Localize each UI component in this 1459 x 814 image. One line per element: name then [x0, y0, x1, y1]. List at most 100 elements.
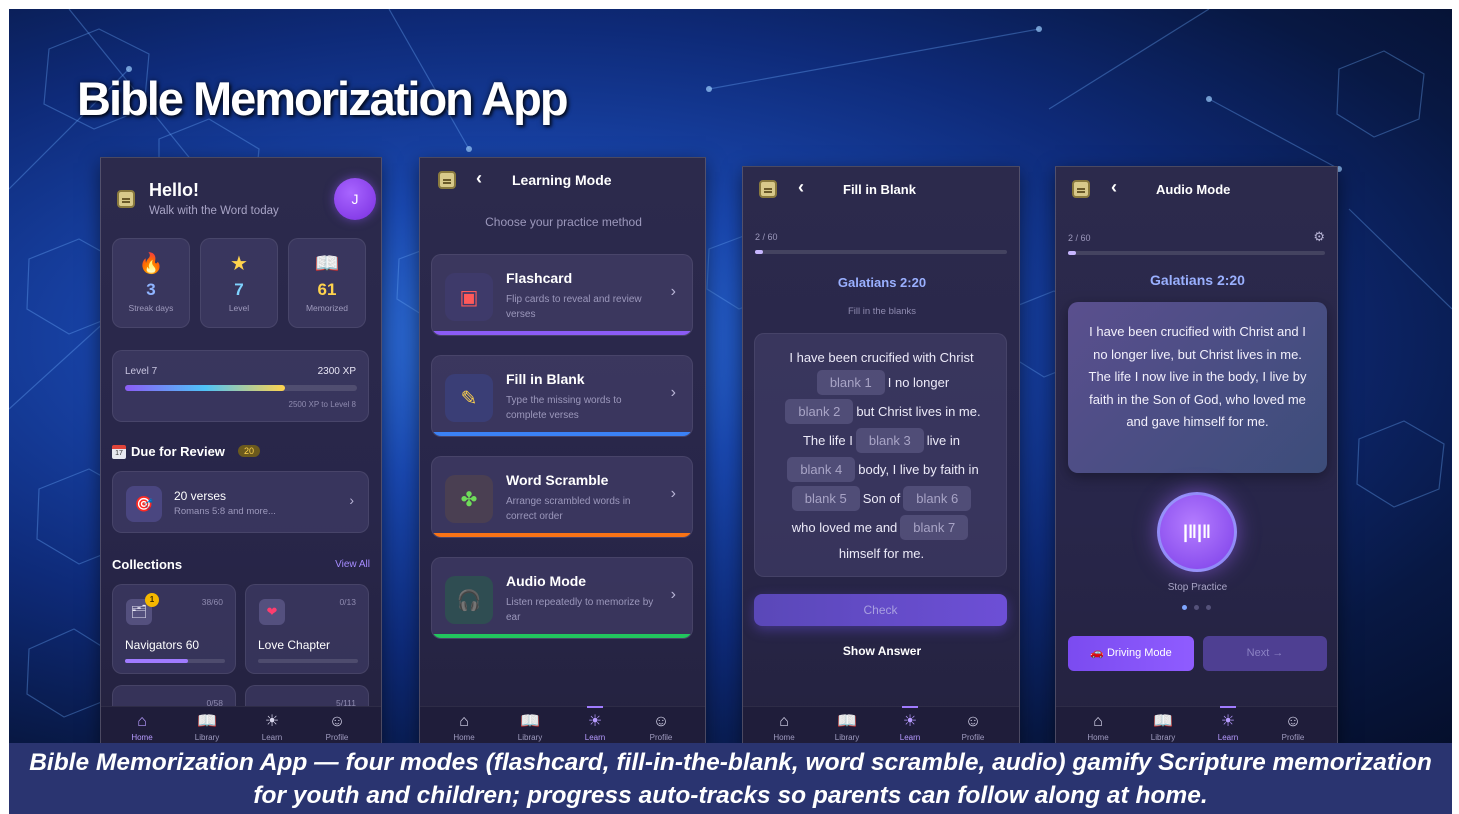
verse-text: himself for me.: [838, 546, 925, 561]
nav-learn[interactable]: ☀ Learn: [880, 706, 940, 742]
page-dot-active: [1182, 605, 1187, 610]
stat-value: 7: [234, 280, 244, 299]
nav-library[interactable]: 📖 Library: [500, 713, 560, 742]
audio-mode-screen: ‹ Audio Mode 2 / 60 ⚙ Galatians 2:20 I h…: [1055, 166, 1338, 743]
collection-name: Love Chapter: [258, 638, 331, 652]
blank-input-1[interactable]: blank 1: [816, 370, 885, 395]
level-progress-track: [125, 385, 357, 391]
collection-name: Navigators 60: [125, 638, 200, 652]
collection-progress-track: [258, 659, 358, 663]
mode-title: Flashcard: [506, 270, 573, 286]
settings-gear-icon[interactable]: ⚙: [1313, 229, 1325, 245]
nav-label: Library: [1150, 733, 1176, 742]
library-icon: 📖: [837, 713, 857, 730]
collection-count: 38/60: [201, 597, 223, 607]
collection-card-love-chapter[interactable]: ❤ 0/13 Love Chapter: [245, 584, 369, 674]
mode-accent-bar: [432, 634, 692, 638]
blank-input-3[interactable]: blank 3: [855, 428, 924, 453]
chevron-right-icon: ›: [670, 586, 676, 603]
mode-word-scramble[interactable]: ✤ Word Scramble Arrange scrambled words …: [431, 456, 693, 538]
chevron-right-icon: ›: [670, 283, 676, 300]
pencil-icon: ✎: [445, 374, 493, 422]
blank-input-6[interactable]: blank 6: [903, 486, 972, 511]
nav-library[interactable]: 📖 Library: [817, 713, 877, 742]
back-icon[interactable]: ‹: [798, 177, 804, 198]
mode-audio[interactable]: 🎧 Audio Mode Listen repeatedly to memori…: [431, 557, 693, 639]
verse-line: blank 2 but Christ lives in me.: [755, 399, 1008, 424]
stat-streak: 🔥 3 Streak days: [112, 238, 190, 328]
due-review-card[interactable]: 🎯 20 verses Romans 5:8 and more... ›: [112, 471, 369, 533]
show-answer-button[interactable]: Show Answer: [743, 644, 1019, 658]
nav-label: Learn: [899, 733, 921, 742]
level-progress-fill: [125, 385, 286, 391]
mode-accent-bar: [432, 331, 692, 335]
nav-library[interactable]: 📖 Library: [177, 713, 237, 742]
verse-text: Son of: [862, 491, 901, 506]
mode-fill-in-blank[interactable]: ✎ Fill in Blank Type the missing words t…: [431, 355, 693, 437]
nav-profile[interactable]: ☺ Profile: [307, 713, 367, 742]
blank-input-7[interactable]: blank 7: [900, 515, 969, 540]
screen-title: Fill in Blank: [843, 182, 916, 197]
collection-card-navigators[interactable]: 🗂 1 38/60 Navigators 60: [112, 584, 236, 674]
profile-icon: ☺: [1284, 713, 1302, 730]
nav-home[interactable]: ⌂ Home: [112, 713, 172, 742]
question-counter: 2 / 60: [755, 232, 778, 242]
due-review-badge: 20: [238, 445, 261, 457]
blank-input-4[interactable]: blank 4: [787, 457, 856, 482]
nav-learn[interactable]: ☀ Learn: [242, 713, 302, 742]
heart-icon: ❤: [259, 599, 285, 625]
app-logo-icon: [438, 171, 456, 189]
question-progress-track: [1068, 251, 1325, 255]
nav-home[interactable]: ⌂ Home: [434, 713, 494, 742]
blank-input-2[interactable]: blank 2: [785, 399, 854, 424]
mode-desc: Type the missing words to complete verse…: [506, 395, 622, 421]
nav-label: Profile: [325, 733, 349, 742]
collection-progress-track: [125, 659, 225, 663]
verse-line: The life Iblank 3 live in: [755, 428, 1008, 453]
mode-flashcard[interactable]: ▣ Flashcard Flip cards to reveal and rev…: [431, 254, 693, 336]
next-button[interactable]: Next →: [1203, 636, 1327, 671]
profile-icon: ☺: [652, 713, 670, 730]
nav-learn[interactable]: ☀ Learn: [565, 706, 625, 742]
due-review-item-title: 20 verses: [174, 489, 227, 503]
mode-title: Fill in Blank: [506, 371, 585, 387]
nav-library[interactable]: 📖 Library: [1133, 713, 1193, 742]
mode-accent-bar: [432, 533, 692, 537]
learning-mode-screen: ‹ Learning Mode Choose your practice met…: [419, 157, 706, 743]
nav-profile[interactable]: ☺ Profile: [943, 713, 1003, 742]
nav-profile[interactable]: ☺ Profile: [1263, 713, 1323, 742]
profile-icon: ☺: [328, 713, 346, 730]
home-icon: ⌂: [779, 713, 789, 730]
mode-desc: Arrange scrambled words in correct order: [506, 496, 631, 522]
nav-profile[interactable]: ☺ Profile: [631, 713, 691, 742]
nav-learn[interactable]: ☀ Learn: [1198, 706, 1258, 742]
card-icon: ▣: [445, 273, 493, 321]
level-xp: 2300 XP: [317, 366, 356, 377]
app-logo-icon: [759, 180, 777, 198]
nav-home[interactable]: ⌂ Home: [754, 713, 814, 742]
driving-mode-button[interactable]: 🚗 Driving Mode: [1068, 636, 1194, 671]
avatar[interactable]: J: [334, 178, 376, 220]
due-review-title: Due for Review: [131, 444, 225, 459]
back-icon[interactable]: ‹: [476, 168, 482, 189]
stop-practice-label: Stop Practice: [1167, 582, 1228, 593]
verse-text: live in: [926, 433, 961, 448]
back-icon[interactable]: ‹: [1111, 177, 1117, 198]
blank-input-5[interactable]: blank 5: [791, 486, 860, 511]
home-screen: Hello! Walk with the Word today J 🔥 3 St…: [100, 157, 382, 743]
library-icon: 📖: [1153, 713, 1173, 730]
stop-practice-button[interactable]: |‖|‖: [1157, 492, 1237, 572]
verse-line: himself for me.: [755, 546, 1008, 561]
app-logo-icon: [1072, 180, 1090, 198]
check-button[interactable]: Check: [754, 594, 1007, 626]
mode-desc: Listen repeatedly to memorize by ear: [506, 597, 654, 623]
verse-text: I no longer: [887, 375, 950, 390]
page-dot: [1206, 605, 1211, 610]
view-all-link[interactable]: View All: [335, 559, 370, 570]
library-icon: 📖: [520, 713, 540, 730]
screen-subtitle: Choose your practice method: [485, 215, 642, 229]
profile-icon: ☺: [964, 713, 982, 730]
verse-text: body, I live by faith in: [858, 462, 979, 477]
nav-home[interactable]: ⌂ Home: [1068, 713, 1128, 742]
star-icon: ★: [230, 253, 248, 275]
